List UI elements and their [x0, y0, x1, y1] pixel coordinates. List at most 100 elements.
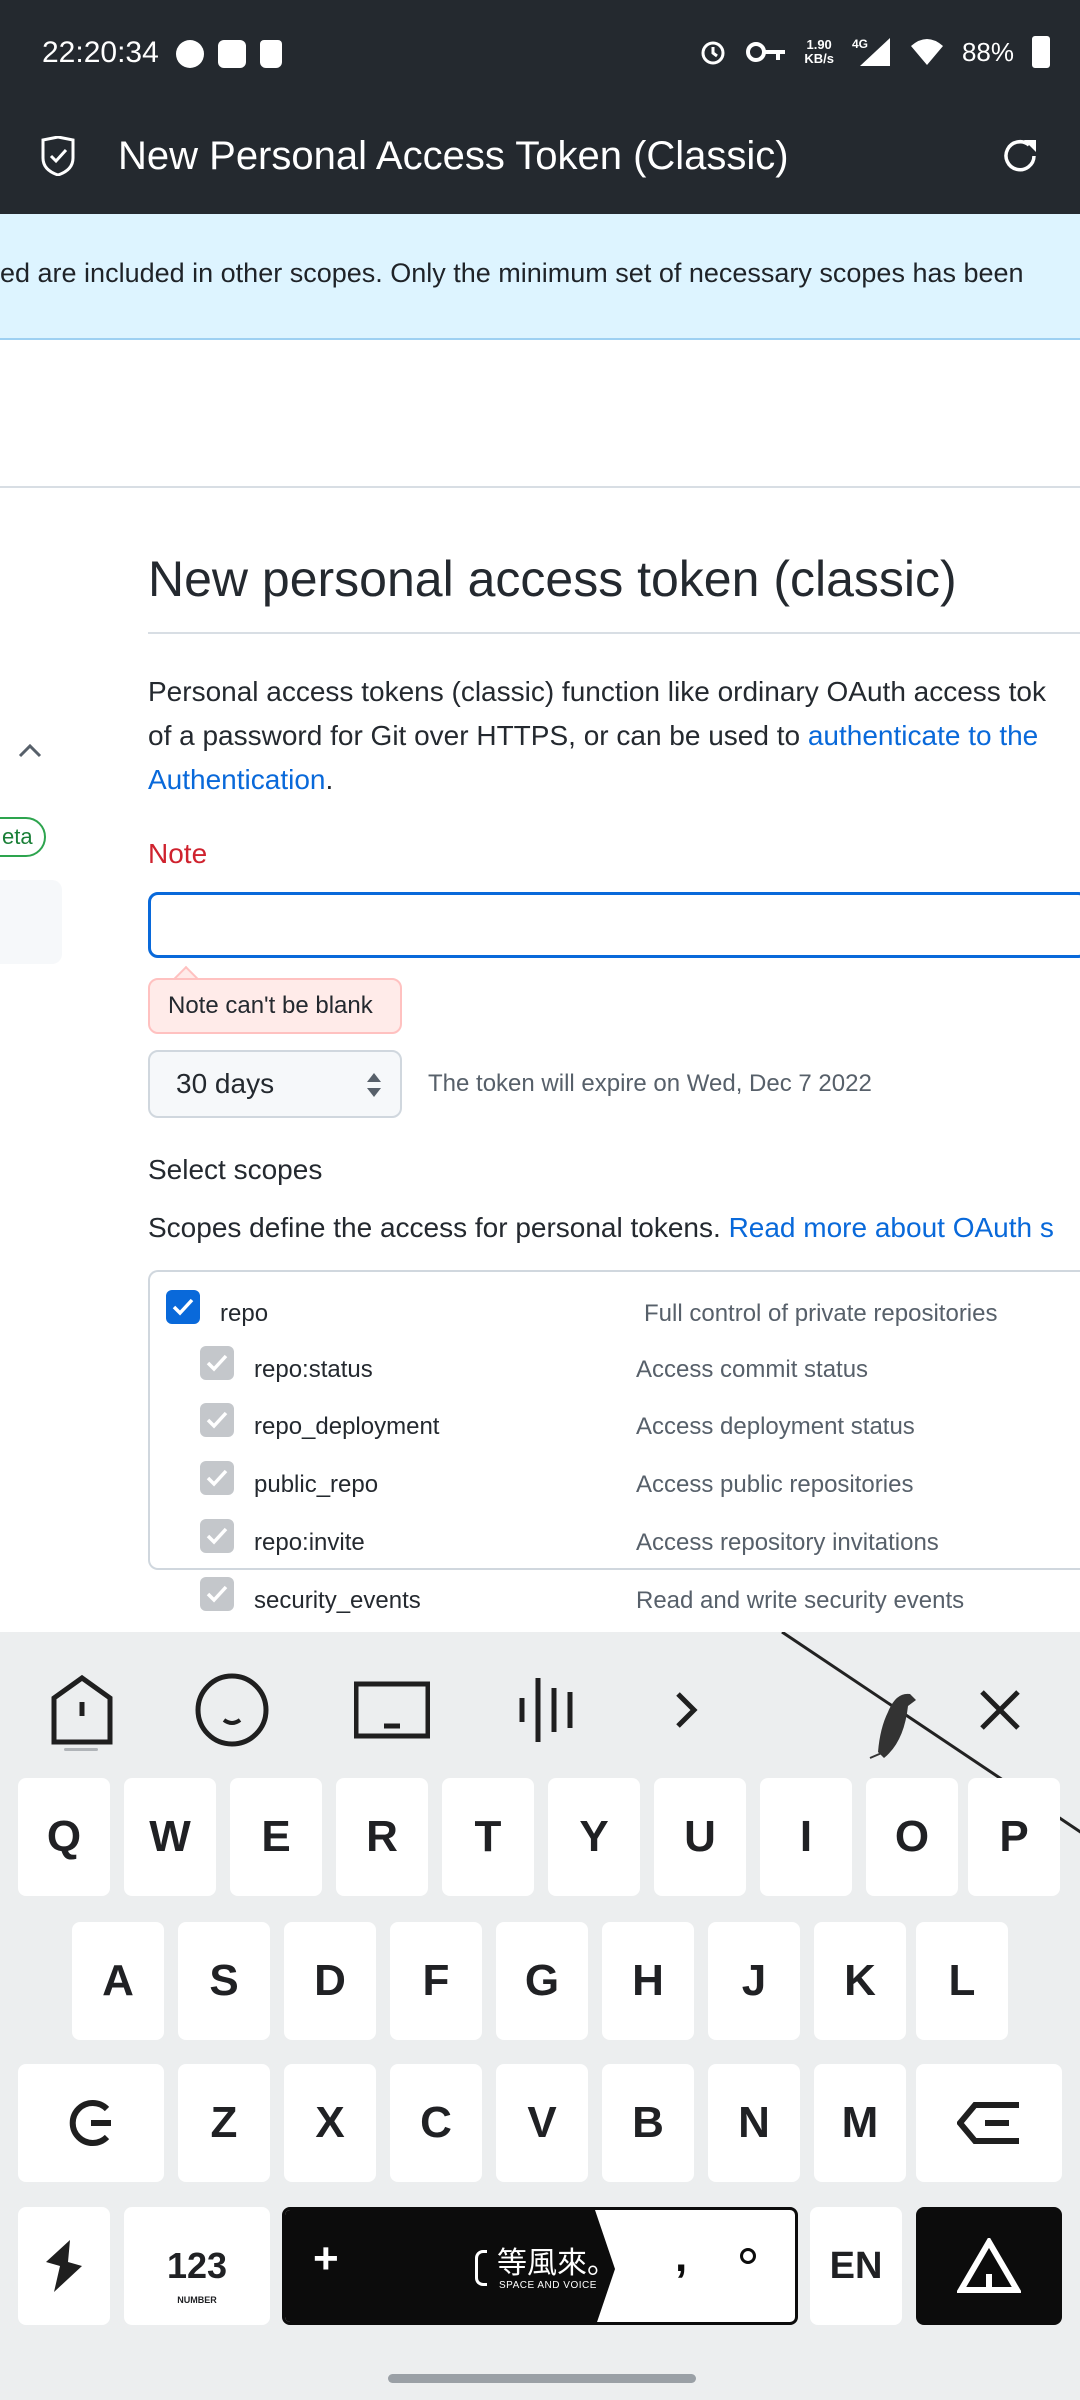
number-key-label: 123 — [166, 2245, 228, 2286]
swype-key[interactable] — [18, 2207, 110, 2325]
key-e[interactable]: E — [230, 1778, 322, 1896]
notification-icons — [176, 40, 282, 68]
key-l[interactable]: L — [916, 1922, 1008, 2040]
scope-name: public_repo — [254, 1471, 379, 1498]
scope-description: Access repository invitations — [636, 1529, 939, 1556]
scope-checkbox-public-repo[interactable] — [200, 1461, 234, 1495]
shield-check-icon — [41, 136, 75, 176]
svg-text:4G: 4G — [852, 37, 868, 51]
refresh-icon[interactable] — [996, 132, 1044, 180]
voice-wave-icon[interactable] — [514, 1672, 590, 1748]
key-r[interactable]: R — [336, 1778, 428, 1896]
close-icon[interactable] — [962, 1672, 1038, 1748]
scope-checkbox-security-events[interactable] — [200, 1577, 234, 1611]
description-line1: Personal access tokens (classic) functio… — [148, 676, 1046, 707]
sidebar-selected-item[interactable] — [0, 880, 62, 964]
key-h[interactable]: H — [602, 1922, 694, 2040]
status-time: 22:20:34 — [42, 36, 159, 69]
key-m[interactable]: M — [814, 2064, 906, 2182]
key-q[interactable]: Q — [18, 1778, 110, 1896]
gallery-icon — [218, 40, 246, 68]
battery-percent: 88% — [961, 36, 1014, 67]
key-j[interactable]: J — [708, 1922, 800, 2040]
clipboard-icon[interactable] — [354, 1672, 430, 1748]
key-f[interactable]: F — [390, 1922, 482, 2040]
key-p[interactable]: P — [968, 1778, 1060, 1896]
scope-row-public-repo: public_repo Access public repositories — [148, 1459, 1080, 1513]
description-end: . — [325, 764, 334, 795]
expiration-select[interactable]: 30 days — [148, 1050, 402, 1118]
scope-checkbox-repo-status[interactable] — [200, 1346, 234, 1380]
beta-badge-label: eta — [2, 824, 33, 849]
comma-key[interactable]: , — [675, 2232, 687, 2282]
scope-checkbox-repo-invite[interactable] — [200, 1519, 234, 1553]
chevron-up-icon[interactable] — [16, 736, 44, 764]
page-title: New personal access token (classic) — [148, 551, 957, 607]
space-logo-text: 等風來。 — [497, 2246, 617, 2281]
wechat-icon — [176, 40, 204, 68]
emoji-icon[interactable] — [194, 1672, 270, 1748]
scope-name: security_events — [254, 1587, 421, 1614]
key-t[interactable]: T — [442, 1778, 534, 1896]
scope-row-repo-invite: repo:invite Access repository invitation… — [148, 1517, 1080, 1571]
scopes-description: Scopes define the access for personal to… — [148, 1212, 1054, 1244]
cellular-signal-icon: 4G — [852, 37, 890, 66]
scope-row-repo: repo Full control of private repositorie… — [148, 1286, 1080, 1340]
key-g[interactable]: G — [496, 1922, 588, 2040]
scope-description: Access deployment status — [636, 1413, 915, 1440]
scope-row-security-events: security_events Read and write security … — [148, 1575, 1080, 1629]
title-divider — [148, 632, 1080, 634]
authentication-link[interactable]: Authentication — [148, 764, 325, 795]
key-x[interactable]: X — [284, 2064, 376, 2182]
scope-name: repo:invite — [254, 1529, 365, 1556]
key-y[interactable]: Y — [548, 1778, 640, 1896]
key-n[interactable]: N — [708, 2064, 800, 2182]
gesture-nav-bar[interactable] — [388, 2374, 696, 2383]
backspace-key[interactable] — [916, 2064, 1062, 2182]
battery-icon — [1032, 36, 1050, 68]
note-input[interactable] — [148, 892, 1080, 958]
enter-triangle-icon — [955, 2236, 1023, 2293]
vpn-key-icon — [746, 42, 786, 62]
scope-checkbox-repo[interactable] — [166, 1290, 200, 1324]
description-line2: of a password for Git over HTTPS, or can… — [148, 720, 808, 751]
key-u[interactable]: U — [654, 1778, 746, 1896]
home-icon[interactable] — [44, 1672, 120, 1748]
key-s[interactable]: S — [178, 1922, 270, 2040]
enter-key[interactable] — [916, 2207, 1062, 2325]
oauth-scopes-link[interactable]: Read more about OAuth s — [729, 1212, 1054, 1243]
key-a[interactable]: A — [72, 1922, 164, 2040]
chevron-right-icon[interactable] — [654, 1672, 730, 1748]
key-o[interactable]: O — [866, 1778, 958, 1896]
key-v[interactable]: V — [496, 2064, 588, 2182]
language-key[interactable]: EN — [810, 2207, 902, 2325]
check-icon — [206, 1469, 228, 1487]
space-bar[interactable]: + 等風來。 SPACE AND VOICE , — [282, 2207, 798, 2325]
scope-row-repo-status: repo:status Access commit status — [148, 1344, 1080, 1398]
note-label: Note — [148, 838, 208, 869]
status-bar: 22:20:34 1.90 KB/s 4G 88% — [0, 0, 1080, 112]
key-i[interactable]: I — [760, 1778, 852, 1896]
number-key[interactable]: 123 NUMBER — [124, 2207, 270, 2325]
scopes-desc-text: Scopes define the access for personal to… — [148, 1212, 729, 1243]
key-d[interactable]: D — [284, 1922, 376, 2040]
key-z[interactable]: Z — [178, 2064, 270, 2182]
key-c[interactable]: C — [390, 2064, 482, 2182]
scope-name: repo:status — [254, 1356, 373, 1383]
number-key-sublabel: NUMBER — [177, 2295, 217, 2305]
period-key[interactable] — [740, 2248, 756, 2264]
flash-banner: ed are included in other scopes. Only th… — [0, 214, 1080, 340]
check-icon — [206, 1527, 228, 1545]
authenticate-link[interactable]: authenticate to the — [808, 720, 1038, 751]
scope-description: Read and write security events — [636, 1587, 965, 1614]
net-speed-unit: KB/s — [804, 51, 834, 66]
app-title: New Personal Access Token (Classic) — [118, 134, 789, 178]
check-icon — [206, 1411, 228, 1429]
shift-key[interactable] — [18, 2064, 164, 2182]
key-b[interactable]: B — [602, 2064, 694, 2182]
scope-description: Full control of private repositories — [644, 1300, 998, 1327]
home-indicator — [64, 1748, 98, 1751]
scope-checkbox-repo-deployment[interactable] — [200, 1403, 234, 1437]
key-w[interactable]: W — [124, 1778, 216, 1896]
key-k[interactable]: K — [814, 1922, 906, 2040]
